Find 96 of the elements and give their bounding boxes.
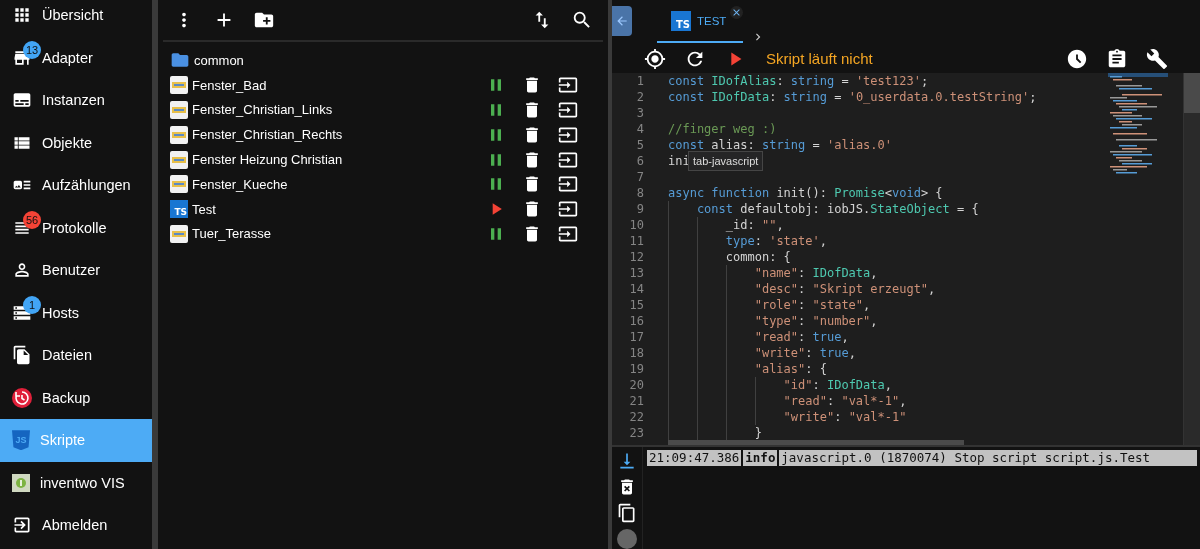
code-line: "role": "state", [754,297,871,313]
line-number: 8 [636,185,644,201]
log-time: 21:09:47.386 [647,450,742,466]
script-status: Skript läuft nicht [766,50,873,67]
line-number: 13 [629,265,644,281]
code-line: const IDofData: string = '0_userdata.0.testString'; [668,89,1037,105]
code-line: "alias": { [754,361,827,377]
history-icon [12,387,32,408]
code-line: } [754,425,762,441]
code-line: "desc": "Skript erzeugt", [754,281,936,297]
sidebar-item[interactable]: Dateien [0,334,152,377]
script-icon [170,101,188,119]
ts-icon: TS [170,200,188,219]
line-number: 20 [629,377,644,393]
code-line: "read": true, [754,329,849,345]
code-line: type: 'state', [725,233,827,249]
line-number: 22 [629,409,644,425]
line-number: 10 [629,217,644,233]
script-name[interactable]: Tuer_Terasse [192,226,482,242]
script-name[interactable]: common [194,52,608,68]
code-line: "id": IDofData, [783,377,892,393]
scroll-bottom-icon[interactable] [617,451,637,471]
code-line: async function init(): Promise<void> { [668,185,943,201]
code-line: const alias: string = 'alias.0' [668,137,892,153]
sidebar-item[interactable]: Abmelden [0,504,152,547]
vis-icon [12,473,30,492]
sidebar-item[interactable]: Aufzählungen [0,164,152,207]
line-number: 18 [629,345,644,361]
arrow-left-icon [615,14,629,28]
line-number: 7 [636,169,644,185]
sidebar-item[interactable]: inventwo VIS [0,461,152,504]
js-icon: JS [12,430,30,451]
line-number: 23 [629,425,644,441]
sidebar-item[interactable]: Protokolle 56 [0,206,152,249]
line-number: 5 [636,137,644,153]
horizontal-scrollbar[interactable] [668,440,964,445]
files-icon [12,345,32,366]
sidebar-item[interactable]: Instanzen [0,79,152,122]
sidebar-item[interactable]: Übersicht [0,0,152,37]
script-name[interactable]: Test [192,201,482,217]
code-line: const IDofAlias: string = 'test123'; [668,73,929,89]
line-number: 12 [629,249,644,265]
code-line: common: { [725,249,791,265]
script-icon [170,224,188,243]
script-icon [170,150,188,169]
code-editor[interactable] [612,73,1200,445]
line-number: 16 [629,313,644,329]
code-line: "read": "val*-1", [783,393,907,409]
move-icon[interactable] [558,100,578,120]
scrollbar[interactable] [1183,73,1200,445]
logout-icon [12,515,32,536]
script-icon [170,175,188,194]
round-icon[interactable] [617,529,637,549]
tab-label: TEST [697,14,727,27]
code-line: const defaultobj: iobJS.StateObject = { [696,201,979,217]
line-number: 4 [636,121,644,137]
count-badge: 13 [23,40,42,59]
sidebar-item[interactable]: Objekte [0,121,152,164]
line-number: 3 [636,105,644,121]
code-line: "write": true, [754,345,856,361]
script-name[interactable]: Fenster_Bad [192,77,482,93]
script-name[interactable]: Fenster Heizung Christian [192,152,482,168]
line-number: 19 [629,361,644,377]
count-badge: 1 [23,295,41,314]
script-icon [170,76,188,95]
sidebar-item[interactable]: Backup [0,376,152,419]
line-number: 6 [636,153,644,169]
script-icon [170,125,188,144]
line-number: 1 [636,73,644,89]
sidebar-item[interactable]: Hosts 1 [0,291,152,334]
code-line: ini [668,153,690,169]
line-number: 2 [636,89,644,105]
count-badge: 56 [23,210,42,229]
line-number: 17 [629,329,644,345]
line-number: 14 [629,281,644,297]
log-message: javascript.0 (1870074) Stop script script.js.Test [779,450,1197,466]
line-number: 15 [629,297,644,313]
close-icon[interactable] [730,6,743,19]
script-name[interactable]: Fenster_Kueche [192,176,482,192]
code-line: //finger weg :) [668,121,777,137]
code-line: "name": IDofData, [754,265,878,281]
ts-icon: TS [671,10,691,31]
script-name[interactable]: Fenster_Christian_Rechts [192,127,482,143]
editor-tab[interactable]: TS TEST [657,0,743,43]
copy-icon[interactable] [617,503,637,523]
script-name[interactable]: Fenster_Christian_Links [192,102,482,118]
code-line: "write": "val*-1" [783,409,907,425]
log-level: info [743,450,778,466]
code-line: "type": "number", [754,313,878,329]
code-line: _id: "", [725,217,784,233]
line-number: 11 [629,233,644,249]
sidebar-item[interactable]: Benutzer [0,249,152,292]
line-number: 9 [636,201,644,217]
sidebar-item[interactable]: Adapter 13 [0,36,152,79]
tooltip: tab-javascript [688,151,764,171]
line-number: 21 [629,393,644,409]
